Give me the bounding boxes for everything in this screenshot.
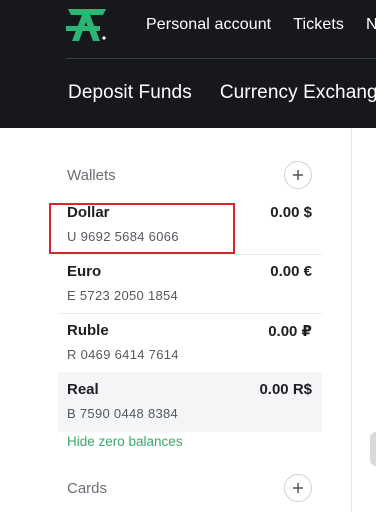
sidebar-divider <box>351 128 352 512</box>
wallet-balance: 0.00 ₽ <box>268 323 312 340</box>
wallet-ruble[interactable]: Ruble 0.00 ₽ R 0469 6414 7614 <box>58 313 322 373</box>
wallet-name: Ruble <box>67 322 109 339</box>
wallet-balance: 0.00 € <box>270 263 312 280</box>
add-card-button[interactable] <box>284 474 312 502</box>
add-wallet-button[interactable] <box>284 161 312 189</box>
nav-deposit-funds[interactable]: Deposit Funds <box>68 82 192 103</box>
wallets-header: Wallets <box>67 161 312 191</box>
wallets-title: Wallets <box>67 167 116 184</box>
nav-news[interactable]: N <box>366 16 376 33</box>
highlight-box <box>49 203 235 254</box>
cards-header: Cards <box>67 474 312 504</box>
scroll-handle[interactable] <box>370 432 376 466</box>
wallet-euro[interactable]: Euro 0.00 € E 5723 2050 1854 <box>58 254 322 314</box>
wallet-number: E 5723 2050 1854 <box>67 288 179 303</box>
wallet-number: R 0469 6414 7614 <box>67 347 179 362</box>
wallet-balance: 0.00 $ <box>270 204 312 221</box>
top-header: Personal account Tickets N Deposit Funds Cu… <box>0 0 376 128</box>
wallet-name: Real <box>67 381 99 398</box>
wallet-balance: 0.00 R$ <box>259 381 312 398</box>
nav-currency-exchange[interactable]: Currency Exchange <box>220 82 376 103</box>
advcash-logo-icon[interactable] <box>66 8 108 42</box>
main-nav: Deposit Funds Currency Exchange <box>68 82 376 104</box>
wallet-name: Euro <box>67 263 102 280</box>
plus-icon <box>293 483 303 493</box>
header-divider <box>66 58 376 59</box>
wallet-real[interactable]: Real 0.00 R$ B 7590 0448 8384 <box>58 372 322 432</box>
plus-icon <box>293 170 303 180</box>
wallet-number: B 7590 0448 8384 <box>67 406 179 421</box>
top-nav: Personal account Tickets N <box>146 16 376 34</box>
nav-tickets[interactable]: Tickets <box>293 16 344 33</box>
cards-title: Cards <box>67 480 108 497</box>
nav-personal-account[interactable]: Personal account <box>146 16 271 33</box>
hide-zero-balances-link[interactable]: Hide zero balances <box>67 434 183 449</box>
